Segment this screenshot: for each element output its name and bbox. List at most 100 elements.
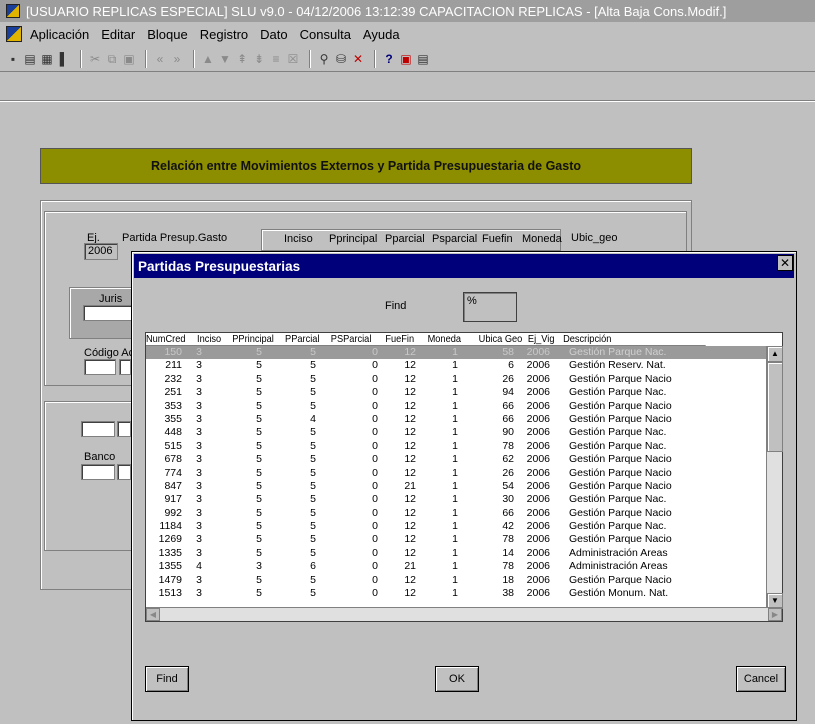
movimiento-field-1[interactable] [81, 421, 115, 437]
cell-ub: 6 [508, 359, 514, 372]
menu-dato[interactable]: Dato [260, 27, 287, 42]
print-setup-icon[interactable]: ▦ [40, 51, 54, 67]
edit-icon[interactable]: ▤ [416, 51, 430, 67]
cut-icon[interactable]: ✂ [88, 51, 102, 67]
cell-ej: 2006 [526, 359, 550, 372]
cell-pp: 5 [256, 520, 262, 533]
column-pparcial: Pparcial [385, 233, 425, 245]
banco-field-2[interactable] [117, 464, 131, 480]
enter-query-icon[interactable]: ⚲ [317, 51, 331, 67]
cell-desc: Gestión Parque Nacio [569, 466, 672, 479]
table-row[interactable]: 1513 3 5 5 0 12 1 38 2006 Gestión Monum. Nat. [146, 587, 766, 600]
cell-pp: 5 [256, 439, 262, 452]
table-row[interactable]: 1269 3 5 5 0 12 1 78 2006 Gestión Parque Nacio [146, 533, 766, 546]
cell-ff: 12 [404, 359, 416, 372]
table-row[interactable]: 448 3 5 5 0 12 1 90 2006 Gestión Parque Nac. [146, 426, 766, 439]
menu-editar[interactable]: Editar [101, 27, 135, 42]
table-row[interactable]: 917 3 5 5 0 12 1 30 2006 Gestión Parque Nac. [146, 493, 766, 506]
next-record-icon[interactable]: ▼ [218, 51, 232, 67]
results-grid: NumCred Inciso PPrincipal PParcial PSPar… [145, 332, 783, 622]
cell-ub: 66 [502, 399, 514, 412]
cell-pp: 5 [256, 546, 262, 559]
cell-ub: 18 [502, 573, 514, 586]
codigo-field-2[interactable] [119, 359, 131, 375]
cell-ps: 0 [372, 560, 378, 573]
list-icon[interactable]: ▣ [399, 51, 413, 67]
cell-ps: 0 [372, 506, 378, 519]
table-row[interactable]: 1335 3 5 5 0 12 1 14 2006 Administración Areas [146, 547, 766, 560]
cell-pp: 5 [256, 466, 262, 479]
arrow-left-icon[interactable]: ◀ [146, 608, 160, 621]
document-icon[interactable] [6, 26, 22, 42]
cancel-button[interactable]: Cancel [736, 666, 786, 692]
print-icon[interactable]: ▤ [23, 51, 37, 67]
table-row[interactable]: 774 3 5 5 0 12 1 26 2006 Gestión Parque Nacio [146, 467, 766, 480]
cell-ej: 2006 [526, 453, 550, 466]
close-icon[interactable]: ✕ [777, 255, 793, 271]
table-row[interactable]: 847 3 5 5 0 21 1 54 2006 Gestión Parque Nacio [146, 480, 766, 493]
insert-record-icon[interactable]: ≡ [269, 51, 283, 67]
cell-ej: 2006 [526, 533, 550, 546]
cell-ub: 90 [502, 426, 514, 439]
partidas-dialog: Partidas Presupuestarias ✕ Find % NumCre… [131, 251, 797, 721]
menu-registro[interactable]: Registro [200, 27, 248, 42]
table-row[interactable]: 515 3 5 5 0 12 1 78 2006 Gestión Parque Nac. [146, 440, 766, 453]
previous-block-icon[interactable]: « [153, 51, 167, 67]
ok-button[interactable]: OK [435, 666, 479, 692]
menu-consulta[interactable]: Consulta [300, 27, 351, 42]
cell-pa: 5 [310, 493, 316, 506]
partida-label: Partida Presup.Gasto [122, 232, 228, 244]
table-row[interactable]: 355 3 5 4 0 12 1 66 2006 Gestión Parque Nacio [146, 413, 766, 426]
table-row[interactable]: 1479 3 5 5 0 12 1 18 2006 Gestión Parque Nacio [146, 574, 766, 587]
toolbar: ▪ ▤ ▦ ▌ ✂ ⧉ ▣ « » ▲ ▼ ⇞ ⇟ ≡ ☒ ⚲ ⛁ ✕ ? ▣ … [0, 46, 815, 72]
last-record-icon[interactable]: ⇟ [252, 51, 266, 67]
cancel-query-icon[interactable]: ✕ [351, 51, 365, 67]
column-fuefin: Fuefin [482, 233, 513, 245]
scroll-thumb[interactable] [767, 362, 783, 452]
cell-pp: 5 [256, 359, 262, 372]
save-icon[interactable]: ▪ [6, 51, 20, 67]
cell-desc: Gestión Parque Nac. [569, 386, 667, 399]
menu-ayuda[interactable]: Ayuda [363, 27, 400, 42]
table-row[interactable]: 1184 3 5 5 0 12 1 42 2006 Gestión Parque Nac. [146, 520, 766, 533]
table-row[interactable]: 150 3 5 5 0 12 1 58 2006 Gestión Parque Nac. [146, 346, 766, 360]
toolbar-separator [80, 49, 82, 68]
juris-label: Juris [99, 293, 123, 305]
find-button[interactable]: Find [145, 666, 189, 692]
menu-aplicacion[interactable]: Aplicación [30, 27, 89, 42]
cell-ub: 54 [502, 479, 514, 492]
horizontal-scrollbar[interactable]: ◀ ▶ [146, 607, 782, 621]
help-icon[interactable]: ? [382, 51, 396, 67]
cell-mo: 1 [452, 372, 458, 385]
copy-icon[interactable]: ⧉ [105, 51, 119, 67]
banco-field-1[interactable] [81, 464, 115, 480]
table-row[interactable]: 353 3 5 5 0 12 1 66 2006 Gestión Parque Nacio [146, 400, 766, 413]
cell-pp: 5 [256, 533, 262, 546]
cell-desc: Gestión Parque Nacio [569, 399, 672, 412]
exit-icon[interactable]: ▌ [57, 51, 71, 67]
cell-pp: 5 [256, 587, 262, 600]
cell-pa: 5 [310, 426, 316, 439]
table-row[interactable]: 1355 4 3 6 0 21 1 78 2006 Administración Areas [146, 560, 766, 573]
delete-record-icon[interactable]: ☒ [286, 51, 300, 67]
ej-field[interactable]: 2006 [84, 243, 118, 260]
table-row[interactable]: 992 3 5 5 0 12 1 66 2006 Gestión Parque Nacio [146, 507, 766, 520]
vertical-scrollbar[interactable]: ▲ ▼ [766, 346, 783, 609]
previous-record-icon[interactable]: ▲ [201, 51, 215, 67]
codigo-field-1[interactable] [84, 359, 116, 375]
movimiento-field-2[interactable] [117, 421, 131, 437]
execute-query-icon[interactable]: ⛁ [334, 51, 348, 67]
table-row[interactable]: 251 3 5 5 0 12 1 94 2006 Gestión Parque Nac. [146, 386, 766, 399]
paste-icon[interactable]: ▣ [122, 51, 136, 67]
dialog-title: Partidas Presupuestarias [138, 258, 301, 274]
arrow-up-icon[interactable]: ▲ [767, 346, 783, 362]
table-row[interactable]: 232 3 5 5 0 12 1 26 2006 Gestión Parque Nacio [146, 373, 766, 386]
grid-header: NumCred Inciso PPrincipal PParcial PSPar… [146, 333, 706, 346]
next-block-icon[interactable]: » [170, 51, 184, 67]
table-row[interactable]: 678 3 5 5 0 12 1 62 2006 Gestión Parque Nacio [146, 453, 766, 466]
first-record-icon[interactable]: ⇞ [235, 51, 249, 67]
menu-bloque[interactable]: Bloque [147, 27, 187, 42]
find-input[interactable]: % [463, 292, 517, 322]
table-row[interactable]: 211 3 5 5 0 12 1 6 2006 Gestión Reserv. Nat. [146, 359, 766, 372]
arrow-right-icon[interactable]: ▶ [768, 608, 782, 621]
